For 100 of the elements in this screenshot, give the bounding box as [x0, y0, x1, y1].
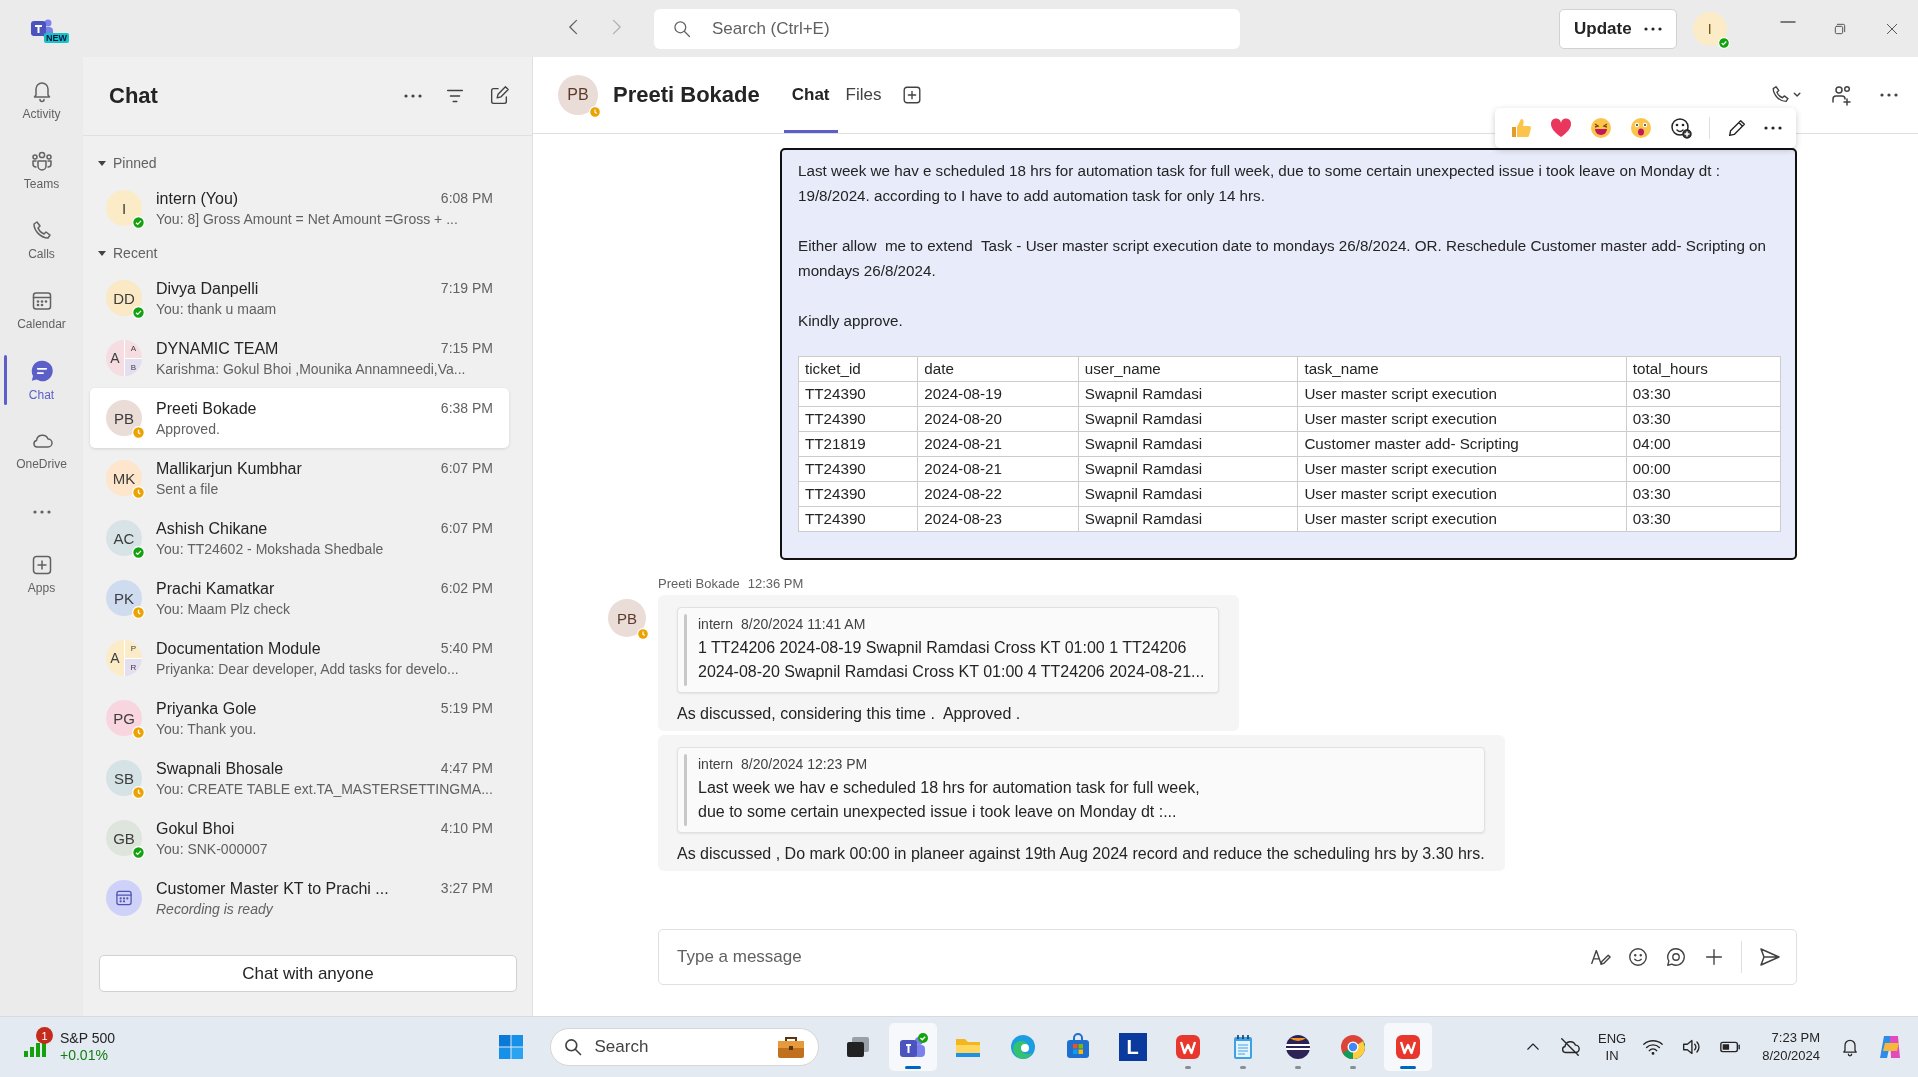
quote-text: 2024-08-20 Swapnil Ramdasi Cross KT 01:00 4 TT24206 2024-08-21...	[698, 662, 1205, 682]
region-indicator[interactable]: IN	[1605, 1047, 1619, 1064]
search-field[interactable]: Search (Ctrl+E)	[710, 17, 1222, 40]
table-cell: User master script execution	[1297, 381, 1627, 407]
quote-text: Last week we hav e scheduled 18 hrs for automation task for full week,	[698, 778, 1201, 798]
table-cell: Swapnil Ramdasi	[1078, 456, 1298, 482]
column-header: task_name	[1297, 356, 1627, 382]
chat-list-item[interactable]: DD Divya Danpelli 7:19 PM You: thank u maam	[90, 268, 509, 328]
chat-list-item[interactable]: Customer Master KT to Prachi ... 3:27 PM Recording is ready	[90, 868, 509, 928]
more-icon[interactable]	[404, 94, 422, 98]
chat-list-item[interactable]: A P R Documentation Module 5:40 PM Priyanka: Dear developer, Add tasks for develo...	[90, 628, 509, 688]
table-cell: Swapnil Ramdasi	[1078, 406, 1298, 432]
search-box[interactable]: Search (Ctrl+E)	[654, 8, 1240, 49]
quoted-message[interactable]: intern 8/20/2024 11:41 AM 1 TT24206 2024-08-19 Swapnil Ramdasi Cross KT 01:00 1 TT24206 2024-08-20 Swapnil Ramdasi Cross KT 01:00 4 TT24206 2024-08-21...	[677, 607, 1220, 693]
table-cell: TT24390	[798, 506, 918, 532]
tab[interactable]: Files	[837, 57, 890, 133]
message-preview: You: TT24602 - Mokshada Shedbale	[156, 540, 385, 557]
section-header[interactable]: Recent	[83, 238, 532, 268]
table-cell: TT24390	[798, 406, 918, 432]
column-header: total_hours	[1626, 356, 1781, 382]
office-suite-icon	[1393, 1033, 1422, 1061]
app-tile: L	[1118, 1033, 1147, 1061]
chat-list-item[interactable]: PG Priyanka Gole 5:19 PM You: Thank you.	[90, 688, 509, 748]
message-preview: Sent a file	[156, 480, 220, 497]
calendar-icon	[114, 888, 134, 908]
timestamp: 7:19 PM	[440, 279, 493, 298]
chat-list-item[interactable]: PB Preeti Bokade 6:38 PM Approved.	[90, 388, 509, 448]
user-avatar[interactable]: I	[1692, 11, 1727, 46]
avatar: PK	[106, 580, 142, 616]
chat-list-item[interactable]: PK Prachi Kamatkar 6:02 PM You: Maam Plz check	[90, 568, 509, 628]
timestamp: 8/20/2024 12:23 PM	[741, 756, 868, 772]
avatar: DD	[106, 280, 142, 316]
message-composer[interactable]: Type a message	[658, 929, 1797, 985]
chat-list-item[interactable]: A A B DYNAMIC TEAM 7:15 PM Karishma: Gokul Bhoi ,Mounika Annamneedi,Va...	[90, 328, 509, 388]
laughing-face-icon[interactable]	[1589, 116, 1613, 140]
rail-item[interactable]: Calendar	[0, 275, 83, 345]
section-header[interactable]: Pinned	[83, 148, 532, 178]
table-cell: Swapnil Ramdasi	[1078, 431, 1298, 457]
rail-item[interactable]: Apps	[0, 539, 83, 609]
table-cell: Customer master add- Scripting	[1297, 431, 1627, 457]
avatar: SB	[106, 760, 142, 796]
table-cell: User master script execution	[1297, 406, 1627, 432]
rail-item[interactable]: OneDrive	[0, 415, 83, 485]
office-suite-icon	[1173, 1033, 1202, 1061]
emoji-icon	[1627, 946, 1649, 968]
quote-author: intern	[698, 756, 734, 772]
contact-name: DYNAMIC TEAM	[156, 339, 279, 358]
chat-list-item[interactable]: GB Gokul Bhoi 4:10 PM You: SNK-000007	[90, 808, 509, 868]
avatar: GB	[106, 820, 142, 856]
chat-list-item[interactable]: MK Mallikarjun Kumbhar 6:07 PM Sent a file	[90, 448, 509, 508]
timestamp: 6:02 PM	[440, 579, 493, 598]
chat-list-item[interactable]: I intern (You) 6:08 PM You: 8] Gross Amount = Net Amount =Gross + ...	[90, 178, 509, 238]
quote-author: intern	[698, 616, 734, 632]
tab[interactable]: Chat	[783, 57, 838, 133]
table-cell: User master script execution	[1297, 481, 1627, 507]
more-icon[interactable]	[1764, 126, 1782, 130]
quote-text: 1 TT24206 2024-08-19 Swapnil Ramdasi Cross KT 01:00 1 TT24206	[698, 638, 1188, 658]
edge-browser-icon	[1008, 1033, 1037, 1061]
table-cell: 2024-08-19	[917, 381, 1079, 407]
notification-badge: 1	[36, 1027, 53, 1044]
rail-item[interactable]: Calls	[0, 205, 83, 275]
surprised-face-icon[interactable]	[1629, 116, 1653, 140]
new-badge: NEW	[44, 32, 69, 43]
update-button[interactable]: Update	[1559, 8, 1677, 49]
add-reaction-icon	[1669, 116, 1693, 140]
contact-name: Customer Master KT to Prachi ...	[156, 879, 389, 898]
rail-item[interactable]: Activity	[0, 65, 83, 135]
contact-name: Divya Danpelli	[156, 279, 259, 298]
more-icon[interactable]	[1880, 93, 1898, 97]
chat-with-anyone-button[interactable]: Chat with anyone	[99, 955, 517, 992]
widget-value: +0.01%	[60, 1047, 109, 1064]
taskbar-app[interactable]: L	[1108, 1023, 1157, 1071]
chat-list-item[interactable]: SB Swapnali Bhosale 4:47 PM You: CREATE TABLE ext.TA_MASTERSETTINGMA...	[90, 748, 509, 808]
notification-bell-icon	[1840, 1037, 1860, 1057]
avatar: PG	[106, 700, 142, 736]
contact-name: Swapnali Bhosale	[156, 759, 284, 778]
avatar: AC	[106, 520, 142, 556]
column-header: user_name	[1078, 356, 1298, 382]
new-chat-icon	[488, 85, 510, 107]
rail-item[interactable]: Chat	[0, 345, 83, 415]
chat-title: Preeti Bokade	[613, 82, 760, 108]
taskbar-app[interactable]	[888, 1023, 937, 1071]
rail-item[interactable]: Teams	[0, 135, 83, 205]
quoted-message[interactable]: intern 8/20/2024 12:23 PM Last week we hav e scheduled 18 hrs for automation task for full week, due to some certain unexpected issue i took leave on Monday dt :...	[677, 747, 1485, 833]
contact-name: Priyanka Gole	[156, 699, 257, 718]
language-indicator[interactable]: ENG	[1598, 1030, 1627, 1047]
heart-icon[interactable]	[1549, 116, 1573, 140]
taskbar-search[interactable]: Search	[549, 1028, 819, 1066]
thumbs-up-icon[interactable]	[1509, 116, 1533, 140]
loop-icon	[1665, 946, 1687, 968]
message-preview: You: 8] Gross Amount = Net Amount =Gross + ...	[156, 210, 459, 227]
cloud-off-icon	[1558, 1036, 1582, 1058]
table-cell: Swapnil Ramdasi	[1078, 381, 1298, 407]
timestamp: 5:19 PM	[440, 699, 493, 718]
sender-name: Preeti Bokade	[658, 576, 740, 591]
chat-list-item[interactable]: AC Ashish Chikane 6:07 PM You: TT24602 - Mokshada Shedbale	[90, 508, 509, 568]
timestamp: 5:40 PM	[440, 639, 493, 658]
more-icon[interactable]	[1643, 26, 1662, 31]
table-cell: TT21819	[798, 431, 918, 457]
table-cell: 2024-08-20	[917, 406, 1079, 432]
